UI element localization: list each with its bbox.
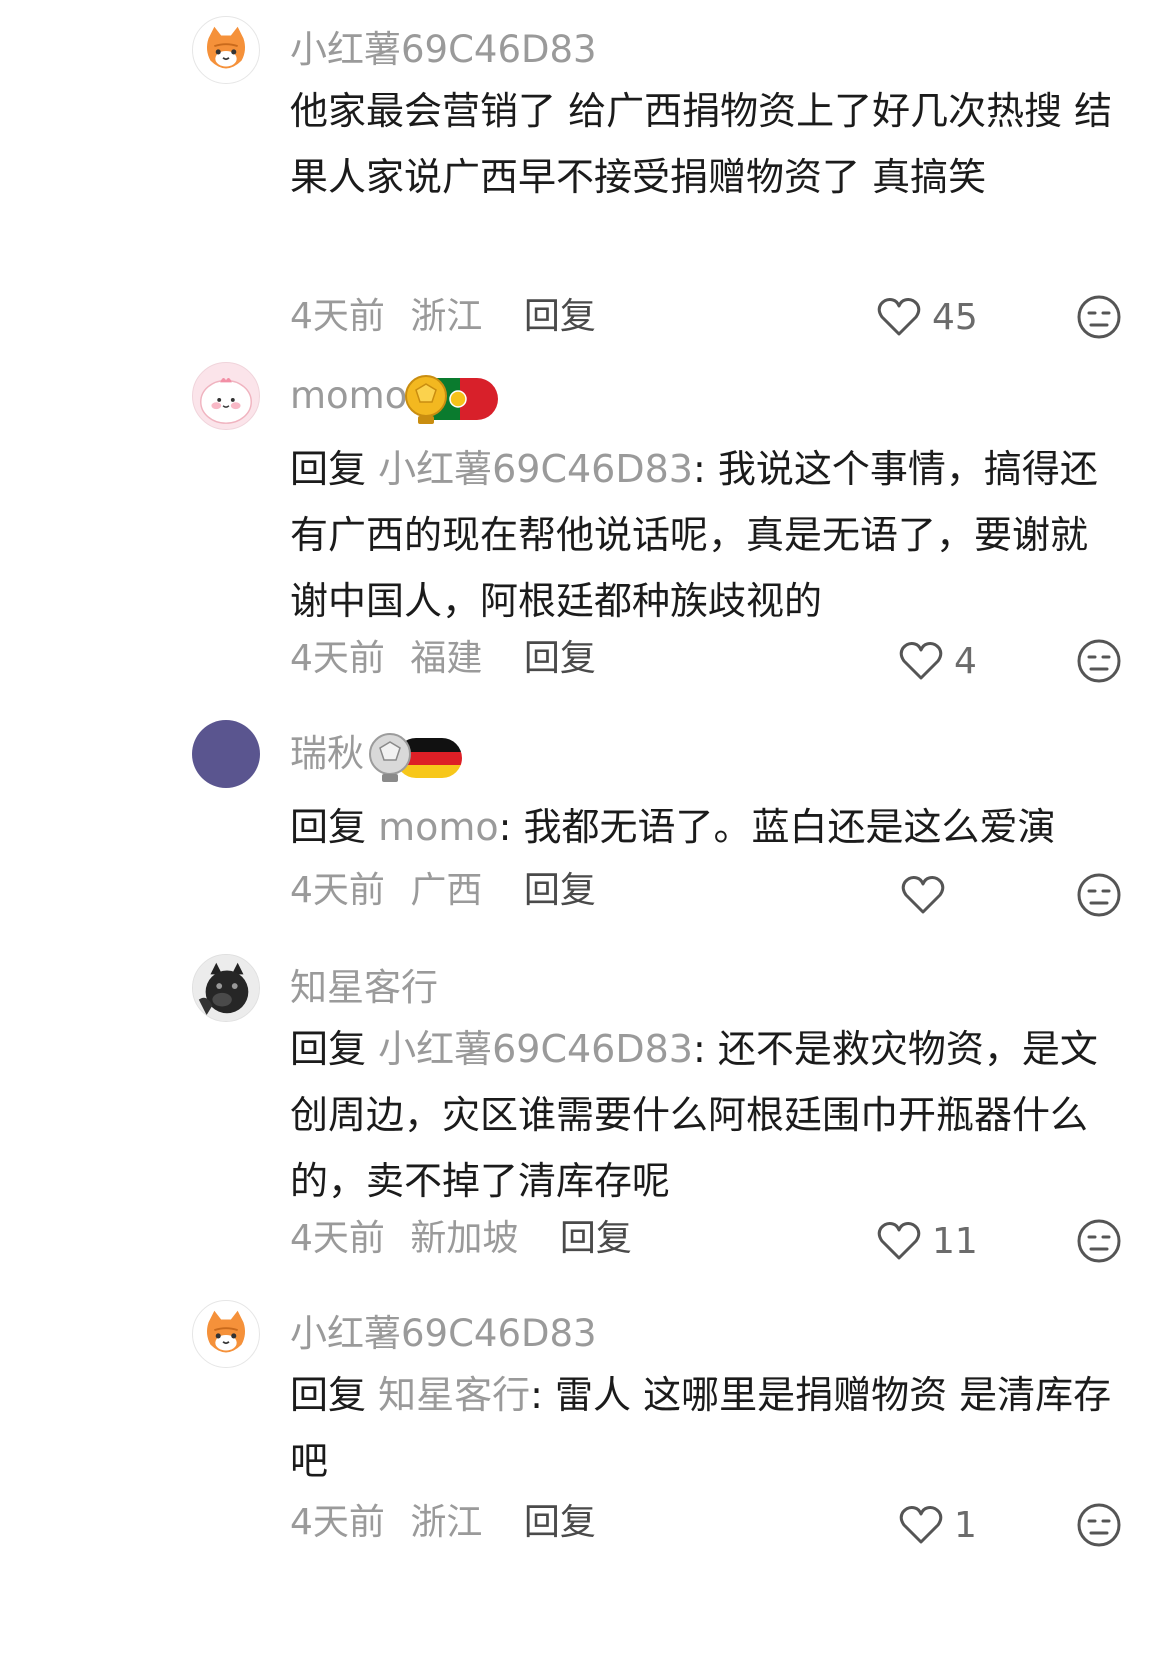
username[interactable]: 小红薯69C46D83 [290, 1310, 597, 1358]
reply-prefix: 回复 [290, 805, 379, 849]
heart-icon [877, 298, 921, 336]
username[interactable]: 小红薯69C46D83 [290, 26, 597, 74]
reply-target-username[interactable]: 小红薯69C46D83 [378, 1027, 693, 1071]
comment-text: 回复 小红薯69C46D83: 还不是救灾物资，是文创周边，灾区谁需要什么阿根廷… [290, 1016, 1120, 1214]
heart-icon [899, 642, 943, 680]
reply-target-username[interactable]: momo [378, 805, 499, 849]
comment-text: 回复 知星客行: 雷人 这哪里是捐赠物资 是清库存吧 [290, 1362, 1120, 1494]
dog-avatar[interactable] [192, 954, 260, 1022]
region: 新加坡 [410, 1218, 519, 1259]
dislike-button[interactable] [1076, 1502, 1122, 1548]
comment-meta: 4天前 广西 回复 [290, 866, 596, 916]
comment-meta: 4天前 浙江 回复 [290, 292, 596, 342]
reply-prefix: 回复 [290, 1373, 379, 1417]
like-button[interactable]: 45 [876, 292, 978, 342]
cat-avatar[interactable] [192, 1300, 260, 1368]
comment-text: 回复 小红薯69C46D83: 我说这个事情，搞得还有广西的现在帮他说话呢，真是… [290, 436, 1120, 634]
like-button[interactable]: 11 [876, 1216, 978, 1266]
like-button[interactable]: 1 [898, 1500, 977, 1550]
heart-icon [899, 1506, 943, 1544]
reply-button[interactable]: 回复 [524, 1502, 596, 1543]
comment-body: 他家最会营销了 给广西捐物资上了好几次热搜 结果人家说广西早不接受捐赠物资了 真… [290, 89, 1113, 199]
cat-avatar[interactable] [192, 16, 260, 84]
reply-button[interactable]: 回复 [524, 638, 596, 679]
portugal-flag-badge [402, 372, 502, 426]
reply-target-username[interactable]: 知星客行 [378, 1373, 530, 1417]
purple-avatar[interactable] [192, 720, 260, 788]
like-button[interactable]: 4 [898, 636, 977, 686]
comment-meta: 4天前 福建 回复 [290, 634, 596, 684]
reply-button[interactable]: 回复 [560, 1218, 632, 1259]
comment-text: 他家最会营销了 给广西捐物资上了好几次热搜 结果人家说广西早不接受捐赠物资了 真… [290, 78, 1120, 210]
dislike-button[interactable] [1076, 294, 1122, 340]
comment-meta: 4天前 新加坡 回复 [290, 1214, 632, 1264]
reply-prefix: 回复 [290, 447, 379, 491]
meh-face-icon [1077, 295, 1121, 339]
like-count: 4 [954, 640, 977, 682]
comment-body: : 我都无语了。蓝白还是这么爱演 [498, 805, 1056, 849]
reply-button[interactable]: 回复 [524, 870, 596, 911]
timestamp: 4天前 [290, 638, 385, 679]
comment-meta: 4天前 浙江 回复 [290, 1498, 596, 1548]
region: 浙江 [410, 1502, 483, 1543]
dislike-button[interactable] [1076, 872, 1122, 918]
region: 福建 [410, 638, 483, 679]
reply-prefix: 回复 [290, 1027, 379, 1071]
like-count: 45 [932, 296, 978, 338]
meh-face-icon [1077, 639, 1121, 683]
region: 广西 [410, 870, 483, 911]
timestamp: 4天前 [290, 1218, 385, 1259]
timestamp: 4天前 [290, 296, 385, 337]
timestamp: 4天前 [290, 1502, 385, 1543]
timestamp: 4天前 [290, 870, 385, 911]
heart-icon [901, 876, 945, 914]
like-button[interactable] [900, 870, 956, 920]
germany-flag-badge [366, 730, 466, 784]
dislike-button[interactable] [1076, 638, 1122, 684]
like-count: 1 [954, 1504, 977, 1546]
username[interactable]: momo [290, 372, 407, 420]
region: 浙江 [410, 296, 483, 337]
meh-face-icon [1077, 873, 1121, 917]
reply-button[interactable]: 回复 [524, 296, 596, 337]
dislike-button[interactable] [1076, 1218, 1122, 1264]
heart-icon [877, 1222, 921, 1260]
comment-text: 回复 momo: 我都无语了。蓝白还是这么爱演 [290, 794, 1120, 860]
like-count: 11 [932, 1220, 978, 1262]
pink-character-avatar[interactable] [192, 362, 260, 430]
meh-face-icon [1077, 1219, 1121, 1263]
username[interactable]: 知星客行 [290, 964, 438, 1012]
meh-face-icon [1077, 1503, 1121, 1547]
username[interactable]: 瑞秋 [290, 730, 364, 778]
reply-target-username[interactable]: 小红薯69C46D83 [378, 447, 693, 491]
